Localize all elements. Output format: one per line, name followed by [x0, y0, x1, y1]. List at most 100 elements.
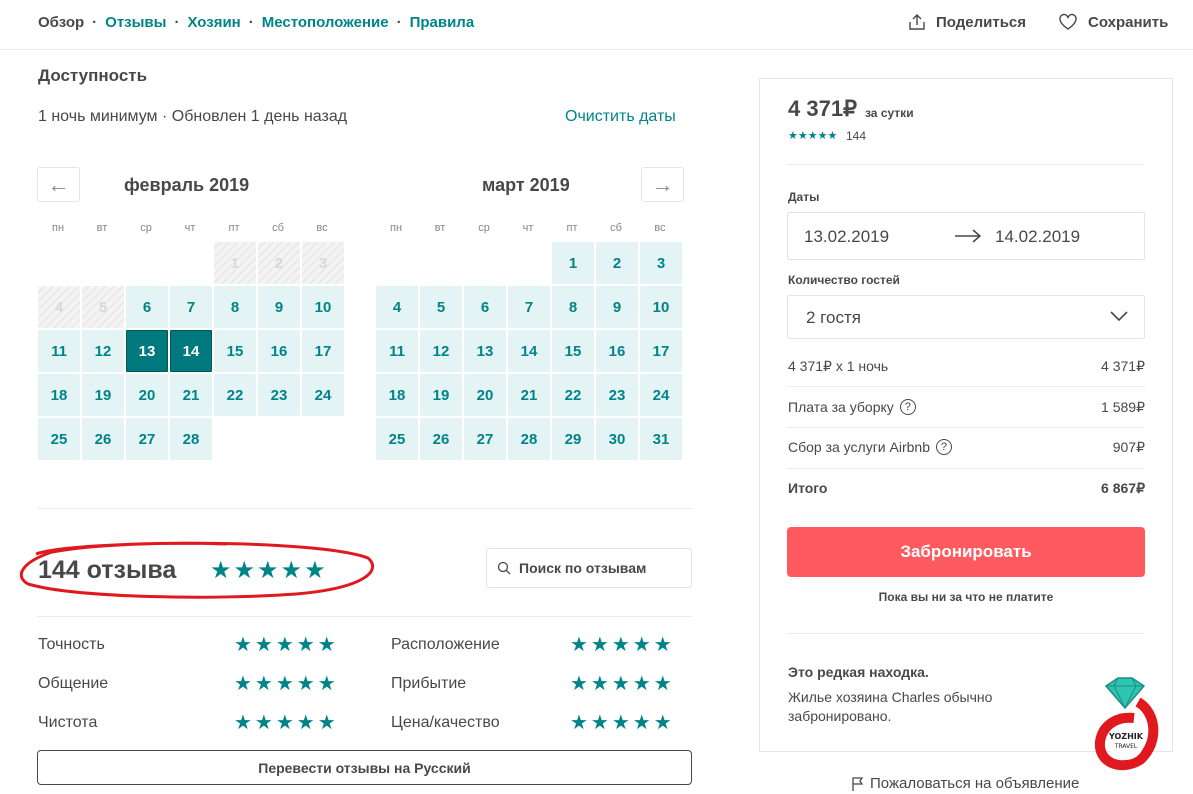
section-nav: Обзор · Отзывы · Хозяин · Местоположение · Прави…: [38, 14, 474, 31]
calendar-day[interactable]: 23: [596, 374, 638, 416]
weekday-label: пт: [228, 222, 240, 234]
calendar-day[interactable]: 8: [552, 286, 594, 328]
help-icon[interactable]: ?: [935, 439, 952, 455]
calendar-day[interactable]: 14: [508, 330, 550, 372]
check-out-date[interactable]: 14.02.2019: [995, 227, 1080, 247]
prev-month-button[interactable]: ←: [37, 167, 80, 202]
calendar-day[interactable]: 21: [508, 374, 550, 416]
calendar-day[interactable]: 27: [464, 418, 506, 460]
weekday-label: пн: [389, 222, 403, 234]
calendar-day[interactable]: 15: [214, 330, 256, 372]
calendar-day[interactable]: 18: [38, 374, 80, 416]
calendar-day[interactable]: 22: [552, 374, 594, 416]
calendar-day[interactable]: 12: [82, 330, 124, 372]
weekday-label: вт: [434, 222, 446, 234]
nav-reviews[interactable]: Отзывы: [105, 14, 166, 31]
rating-label-accuracy: Точность: [38, 636, 105, 653]
month-title-feb: февраль 2019: [124, 175, 250, 195]
calendar-day[interactable]: 6: [464, 286, 506, 328]
calendar-day[interactable]: 15: [552, 330, 594, 372]
calendar-day[interactable]: 22: [214, 374, 256, 416]
nav-location[interactable]: Местоположение: [262, 14, 389, 31]
calendar-day[interactable]: 8: [214, 286, 256, 328]
translate-reviews-button[interactable]: Перевести отзывы на Русский: [37, 750, 692, 785]
calendar-day[interactable]: 11: [376, 330, 418, 372]
report-listing-link[interactable]: Пожаловаться на объявление: [850, 775, 1079, 792]
divider: [787, 468, 1145, 469]
divider: [787, 633, 1145, 634]
dates-picker[interactable]: 13.02.2019 14.02.2019: [787, 212, 1145, 260]
calendar-day[interactable]: 25: [38, 418, 80, 460]
calendar-day[interactable]: 26: [82, 418, 124, 460]
calendar-day[interactable]: 11: [38, 330, 80, 372]
nav-separator: ·: [174, 14, 180, 31]
calendar-day[interactable]: 26: [420, 418, 462, 460]
calendar-day[interactable]: 24: [640, 374, 682, 416]
calendar-day[interactable]: 28: [508, 418, 550, 460]
calendar-day[interactable]: 20: [464, 374, 506, 416]
calendar-day[interactable]: 31: [640, 418, 682, 460]
flag-icon: [852, 776, 864, 791]
share-button[interactable]: Поделиться: [908, 13, 1026, 31]
calendar-day[interactable]: 7: [170, 286, 212, 328]
reviews-overall-stars: ★★★★★: [210, 557, 328, 584]
calendar-day[interactable]: 13: [464, 330, 506, 372]
calendar-day[interactable]: 1: [552, 242, 594, 284]
check-in-date[interactable]: 13.02.2019: [804, 227, 889, 247]
nav-separator: ·: [92, 14, 98, 31]
next-month-button[interactable]: →: [641, 167, 684, 202]
help-icon[interactable]: ?: [899, 399, 916, 415]
calendar-day[interactable]: 14: [170, 330, 212, 372]
calendar-day[interactable]: 16: [258, 330, 300, 372]
calendar-day[interactable]: 10: [302, 286, 344, 328]
calendar-day[interactable]: 18: [376, 374, 418, 416]
calendar-day[interactable]: 7: [508, 286, 550, 328]
calendar-day[interactable]: 9: [258, 286, 300, 328]
nav-rules[interactable]: Правила: [410, 14, 475, 31]
price-line-value: 907₽: [1112, 439, 1145, 455]
calendar-day[interactable]: 30: [596, 418, 638, 460]
calendar-day[interactable]: 13: [126, 330, 168, 372]
reviews-count: 144 отзыва: [38, 556, 177, 584]
calendar-day[interactable]: 17: [640, 330, 682, 372]
dates-label: Даты: [788, 190, 820, 204]
calendar-day[interactable]: 24: [302, 374, 344, 416]
nav-overview[interactable]: Обзор: [38, 14, 84, 31]
arrow-right-icon: →: [651, 171, 674, 197]
calendar-day[interactable]: 28: [170, 418, 212, 460]
weekday-label: вс: [654, 222, 666, 234]
calendar-day[interactable]: 12: [420, 330, 462, 372]
calendar-day[interactable]: 9: [596, 286, 638, 328]
calendar-day[interactable]: 10: [640, 286, 682, 328]
book-button[interactable]: Забронировать: [787, 527, 1145, 577]
calendar-day[interactable]: 25: [376, 418, 418, 460]
calendar-day[interactable]: 4: [376, 286, 418, 328]
calendar-day: 2: [258, 242, 300, 284]
clear-dates-link[interactable]: Очистить даты: [565, 108, 676, 126]
calendar-day[interactable]: 29: [552, 418, 594, 460]
calendar-day: 5: [82, 286, 124, 328]
divider: [787, 164, 1145, 165]
calendar-day[interactable]: 2: [596, 242, 638, 284]
review-search-input[interactable]: Поиск по отзывам: [486, 548, 692, 588]
price-line-cleaning: Плата за уборку?: [788, 399, 916, 415]
guests-select[interactable]: 2 гостя: [787, 295, 1145, 339]
nav-host[interactable]: Хозяин: [187, 14, 240, 31]
price-line-value: 1 589₽: [1101, 399, 1145, 415]
booking-review-count[interactable]: 144: [846, 129, 866, 143]
calendar-day[interactable]: 19: [82, 374, 124, 416]
calendar-day[interactable]: 27: [126, 418, 168, 460]
save-button[interactable]: Сохранить: [1058, 13, 1168, 31]
calendar-day[interactable]: 20: [126, 374, 168, 416]
calendar-day[interactable]: 3: [640, 242, 682, 284]
divider: [37, 508, 692, 509]
total-value: 6 867₽: [1101, 480, 1145, 496]
calendar-day[interactable]: 21: [170, 374, 212, 416]
calendar-day[interactable]: 5: [420, 286, 462, 328]
calendar-day[interactable]: 17: [302, 330, 344, 372]
calendar-day[interactable]: 16: [596, 330, 638, 372]
calendar-day[interactable]: 19: [420, 374, 462, 416]
calendar-day[interactable]: 6: [126, 286, 168, 328]
calendar-day[interactable]: 23: [258, 374, 300, 416]
share-icon: [909, 14, 925, 30]
